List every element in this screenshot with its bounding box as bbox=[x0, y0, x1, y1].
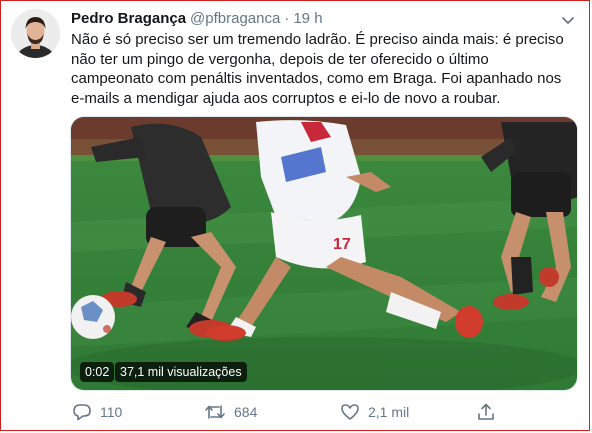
chevron-down-icon bbox=[562, 17, 574, 24]
tweet-text: Não é só preciso ser um tremendo ladrão.… bbox=[71, 30, 576, 108]
avatar[interactable] bbox=[11, 9, 60, 58]
retweet-button[interactable]: 684 bbox=[204, 402, 257, 422]
retweet-count: 684 bbox=[234, 404, 258, 420]
like-count: 2,1 mil bbox=[368, 404, 410, 420]
like-button[interactable]: 2,1 mil bbox=[340, 402, 409, 422]
tweet-text-line: Não é só preciso ser um tremendo ladrão.… bbox=[71, 31, 564, 48]
tweet-timestamp[interactable]: 19 h bbox=[293, 10, 322, 27]
tweet-text-line: não ter um pingo de vergonha, depois de … bbox=[71, 50, 489, 68]
share-icon bbox=[478, 403, 494, 420]
share-button[interactable] bbox=[476, 402, 496, 422]
tweet-text-line: e-mails a mendigar ajuda aos corruptos e… bbox=[71, 89, 501, 107]
tweet-text-line: campeonato com penáltis inventados, como… bbox=[71, 70, 562, 87]
video-frame: 17 bbox=[71, 117, 577, 390]
reply-button[interactable]: 110 bbox=[72, 402, 122, 422]
soccer-ball bbox=[71, 295, 115, 339]
jersey-number: 17 bbox=[333, 236, 351, 253]
avatar-photo bbox=[11, 9, 60, 58]
heart-icon bbox=[341, 404, 359, 420]
retweet-icon bbox=[205, 405, 225, 419]
comment-icon bbox=[73, 404, 91, 421]
tweet-header: Pedro Bragança @pfbraganca · 19 h bbox=[71, 10, 323, 30]
author-name[interactable]: Pedro Bragança bbox=[71, 10, 186, 27]
video-player[interactable]: 17 0:02 37,1 mil visualizações bbox=[70, 116, 578, 391]
author-handle[interactable]: @pfbraganca bbox=[190, 10, 280, 27]
separator-dot: · bbox=[284, 10, 290, 27]
tweet-actions: 110 684 2,1 mil bbox=[0, 400, 592, 428]
video-views-badge: 37,1 mil visualizações bbox=[115, 362, 247, 382]
video-duration-badge: 0:02 bbox=[80, 362, 115, 382]
reply-count: 110 bbox=[100, 404, 123, 420]
more-options-button[interactable] bbox=[560, 12, 576, 28]
